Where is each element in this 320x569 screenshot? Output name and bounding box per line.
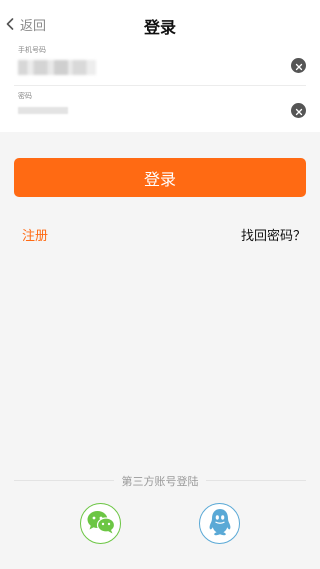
phone-value-blurred[interactable] — [18, 60, 96, 75]
clear-circle-icon — [295, 56, 303, 75]
third-party-title: 第三方账号登陆 — [121, 475, 199, 488]
page-title: 登录 — [143, 18, 176, 37]
phone-field: 手机号码 — [0, 40, 320, 86]
password-value-blurred[interactable] — [18, 107, 68, 114]
wechat-icon — [86, 509, 116, 539]
divider-right — [206, 480, 306, 481]
password-label: 密码 — [18, 92, 32, 100]
clear-password-button[interactable] — [291, 103, 306, 118]
clear-phone-button[interactable] — [291, 58, 306, 73]
forgot-password-link[interactable]: 找回密码？ — [241, 225, 306, 244]
register-link[interactable]: 注册 — [22, 225, 48, 244]
login-screen: 返回 登录 手机号码 密码 登录 注册 找回密码？ 第三方账号登陆 — [0, 0, 320, 569]
wechat-login-button[interactable] — [80, 503, 121, 544]
header-bar: 返回 登录 — [0, 0, 320, 42]
phone-label: 手机号码 — [18, 46, 46, 54]
qq-login-button[interactable] — [199, 503, 240, 544]
login-button[interactable]: 登录 — [14, 158, 306, 197]
qq-penguin-icon — [207, 507, 233, 541]
login-form: 手机号码 密码 — [0, 40, 320, 132]
clear-circle-icon — [295, 101, 303, 120]
